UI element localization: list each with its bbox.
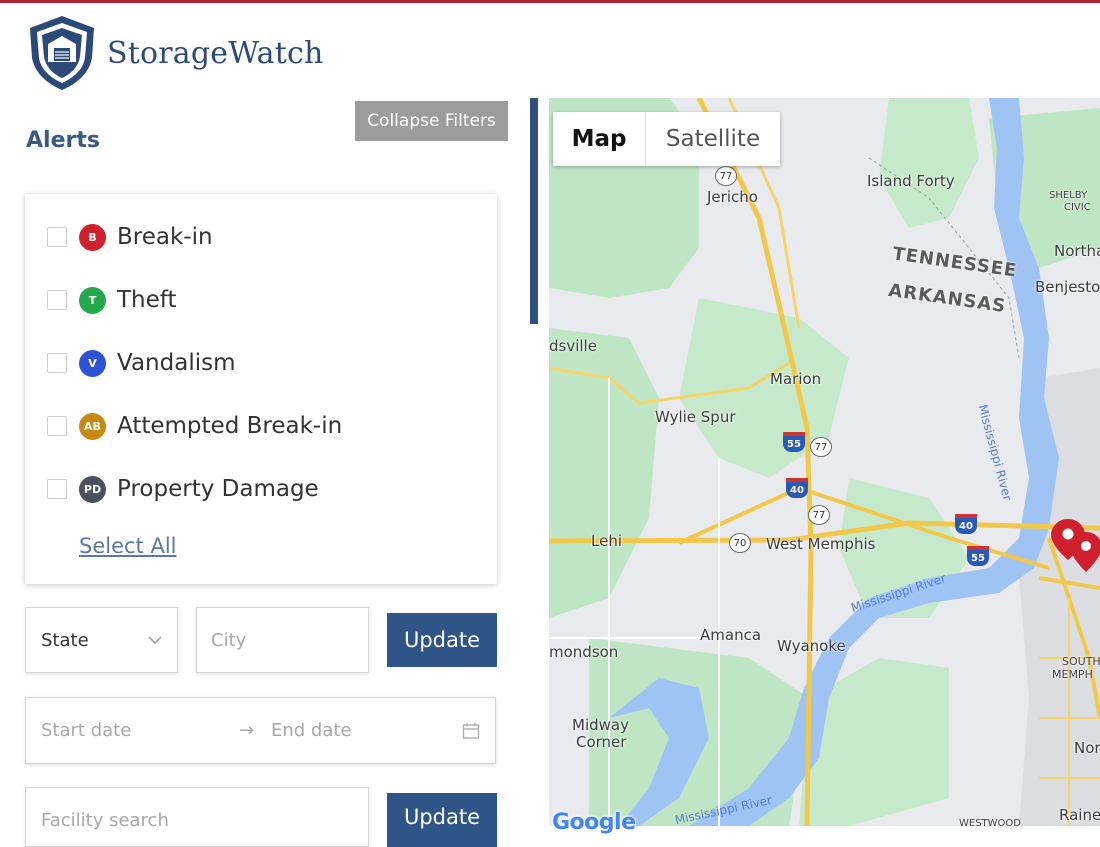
vandalism-badge: V xyxy=(79,349,106,377)
break-in-badge: B xyxy=(79,223,106,251)
map-place-label: WESTWOOD xyxy=(959,818,1021,826)
interstate-shield-icon: 40 xyxy=(786,478,808,498)
property-damage-checkbox[interactable] xyxy=(47,479,67,499)
alert-type-label: Property Damage xyxy=(117,476,319,502)
map-place-label: Raine xyxy=(1059,806,1100,824)
map-place-label: Lehi xyxy=(591,532,622,550)
map-canvas xyxy=(549,98,1100,826)
map-place-label: dsville xyxy=(549,337,597,355)
alert-type-break-in[interactable]: B Break-in xyxy=(47,222,213,252)
attempted-break-in-checkbox[interactable] xyxy=(47,416,67,436)
map-place-label: Northa xyxy=(1054,242,1100,260)
interstate-shield-icon: 55 xyxy=(783,432,805,452)
update-facility-button[interactable]: Update xyxy=(387,793,497,847)
date-range-arrow: → xyxy=(239,720,255,741)
collapse-filters-button[interactable]: Collapse Filters xyxy=(355,101,508,141)
alert-type-attempted-break-in[interactable]: AB Attempted Break-in xyxy=(47,411,342,441)
map-type-satellite-button[interactable]: Satellite xyxy=(646,112,780,166)
update-location-button[interactable]: Update xyxy=(387,613,497,667)
map-place-label: mondson xyxy=(549,643,619,661)
map-place-label: Corner xyxy=(576,733,627,751)
map-type-control: Map Satellite xyxy=(553,112,780,166)
state-select-value: State xyxy=(41,629,89,651)
calendar-icon xyxy=(462,723,480,739)
map-place-label: Island Forty xyxy=(867,172,955,190)
vandalism-checkbox[interactable] xyxy=(47,353,67,373)
map-place-label: CIVIC xyxy=(1064,202,1091,213)
map-place-label: Wylie Spur xyxy=(655,408,736,426)
sidebar-divider xyxy=(530,98,538,324)
attempted-break-in-badge: AB xyxy=(79,412,106,440)
property-damage-badge: PD xyxy=(79,475,106,503)
map-place-label: Jericho xyxy=(707,188,758,206)
top-accent-bar xyxy=(0,0,1100,3)
route-shield-icon: 77 xyxy=(810,437,832,457)
map-place-label: SOUTH xyxy=(1062,655,1100,668)
map-place-label: Midway xyxy=(572,716,629,734)
interstate-shield-icon: 40 xyxy=(955,514,977,534)
map-place-label: Wyanoke xyxy=(777,637,846,655)
alert-type-property-damage[interactable]: PD Property Damage xyxy=(47,474,319,504)
interstate-shield-icon: 55 xyxy=(967,546,989,566)
start-date-placeholder[interactable]: Start date xyxy=(41,720,131,741)
alert-type-label: Vandalism xyxy=(117,350,236,376)
map-place-label: Benjestow xyxy=(1035,278,1100,296)
alert-type-theft[interactable]: T Theft xyxy=(47,285,177,315)
route-shield-icon: 77 xyxy=(808,505,830,525)
google-logo: Google xyxy=(552,810,636,835)
city-input[interactable]: City xyxy=(196,607,369,673)
select-all-link[interactable]: Select All xyxy=(79,534,177,558)
map-place-label: Nor xyxy=(1074,739,1100,757)
state-select[interactable]: State xyxy=(25,607,178,673)
map-place-label: Marion xyxy=(770,370,822,388)
end-date-placeholder[interactable]: End date xyxy=(271,720,352,741)
brand-name[interactable]: StorageWatch xyxy=(107,36,324,71)
break-in-checkbox[interactable] xyxy=(47,227,67,247)
alert-type-vandalism[interactable]: V Vandalism xyxy=(47,348,235,378)
theft-badge: T xyxy=(79,286,106,314)
city-placeholder: City xyxy=(211,629,247,651)
date-range-picker[interactable]: Start date → End date xyxy=(25,697,496,764)
alert-type-label: Theft xyxy=(117,287,177,313)
route-shield-icon: 70 xyxy=(729,533,751,553)
alert-types-card: B Break-in T Theft V Vandalism AB Attemp… xyxy=(25,194,497,584)
map-place-label: West Memphis xyxy=(766,535,876,553)
alerts-heading: Alerts xyxy=(26,128,100,153)
map-place-label: Amanca xyxy=(700,626,762,644)
map-place-label: MEMPH xyxy=(1052,668,1093,681)
theft-checkbox[interactable] xyxy=(47,290,67,310)
storagewatch-shield-logo xyxy=(30,16,94,90)
facility-search-placeholder: Facility search xyxy=(41,810,169,831)
alert-type-label: Attempted Break-in xyxy=(117,413,343,439)
map-view[interactable]: Jericho Island Forty Northa Benjestow ds… xyxy=(549,98,1100,826)
chevron-down-icon xyxy=(148,636,162,645)
route-shield-icon: 77 xyxy=(715,166,737,186)
map-type-map-button[interactable]: Map xyxy=(553,112,646,166)
map-place-label: SHELBY xyxy=(1049,190,1088,201)
facility-search-input[interactable]: Facility search xyxy=(25,787,369,847)
alert-type-label: Break-in xyxy=(117,224,213,250)
